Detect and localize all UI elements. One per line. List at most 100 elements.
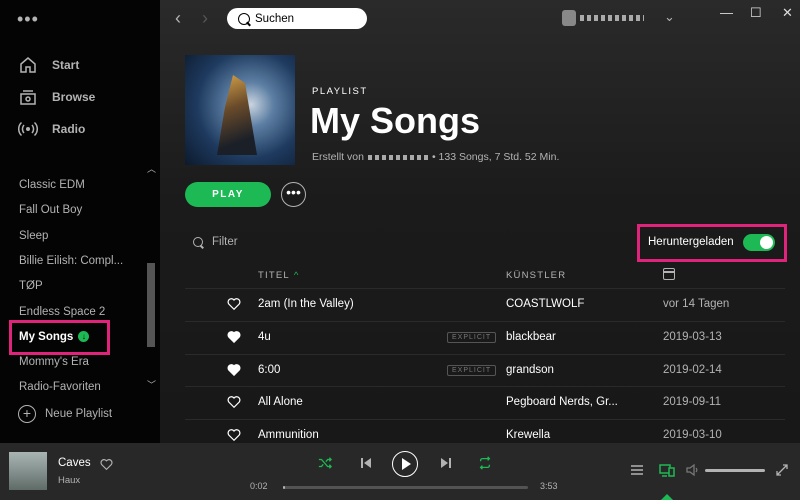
calendar-icon[interactable] (663, 268, 675, 280)
filter-input[interactable]: Filter (193, 236, 238, 248)
new-playlist-label: Neue Playlist (45, 408, 113, 420)
track-date-added: 2019-03-13 (663, 331, 722, 343)
heart-outline-icon[interactable] (100, 458, 113, 471)
more-options-button[interactable]: ••• (281, 182, 306, 207)
column-header-artist[interactable]: KÜNSTLER (506, 270, 566, 281)
user-profile[interactable] (562, 10, 644, 26)
track-date-added: 2019-09-11 (663, 396, 721, 408)
heart-filled-icon[interactable] (227, 330, 241, 344)
close-button[interactable]: ✕ (782, 5, 793, 21)
highlight-annotation-my-songs (9, 320, 110, 355)
sort-ascending-icon: ^ (293, 270, 300, 281)
track-artist[interactable]: grandson (506, 364, 554, 376)
next-icon[interactable] (440, 456, 452, 470)
play-pause-button[interactable] (392, 451, 418, 477)
maximize-button[interactable]: ☐ (750, 5, 762, 21)
sidebar-item-label: Radio (52, 122, 86, 136)
search-icon (193, 237, 203, 247)
plus-icon: + (18, 405, 36, 423)
sidebar-item-radio[interactable]: Radio (18, 119, 85, 139)
track-artist[interactable]: blackbear (506, 331, 556, 343)
column-header-title[interactable]: TITEL ^ (258, 270, 300, 281)
sidebar-item-browse[interactable]: Browse (18, 87, 95, 107)
repeat-icon[interactable] (478, 456, 492, 470)
sidebar-playlist-item[interactable]: Sleep (19, 230, 48, 242)
progress-bar[interactable] (283, 486, 528, 489)
search-field[interactable]: Suchen (227, 8, 367, 29)
devices-icon[interactable] (659, 462, 675, 478)
playlist-owner-redacted[interactable] (367, 154, 428, 160)
heart-outline-icon[interactable] (227, 395, 241, 409)
highlight-annotation-downloaded (637, 224, 787, 262)
table-row[interactable]: 2am (In the Valley) COASTLWOLF vor 14 Ta… (185, 288, 785, 321)
heart-outline-icon[interactable] (227, 297, 241, 311)
home-icon (20, 57, 36, 73)
elapsed-time: 0:02 (250, 481, 268, 491)
now-playing-artist[interactable]: Haux (58, 475, 80, 486)
track-date-added: 2019-03-10 (663, 429, 722, 441)
scroll-up-icon[interactable]: ︿ (147, 162, 156, 175)
now-playing-bar: Caves Haux 0:02 3:53 (0, 443, 800, 500)
track-artist[interactable]: Pegboard Nerds, Gr... (506, 396, 618, 408)
sidebar-playlist-item[interactable]: Fall Out Boy (19, 204, 82, 216)
menu-dots-button[interactable]: ••• (17, 9, 39, 30)
created-by-label: Erstellt von (312, 151, 364, 163)
playlist-cover-image (185, 55, 295, 165)
queue-icon[interactable] (630, 464, 644, 476)
volume-icon[interactable] (686, 463, 700, 477)
table-row[interactable]: All Alone Pegboard Nerds, Gr... 2019-09-… (185, 386, 785, 419)
sidebar-item-label: Browse (52, 90, 96, 104)
heart-outline-icon[interactable] (227, 428, 241, 442)
now-playing-title[interactable]: Caves (58, 457, 91, 469)
now-playing-cover[interactable] (9, 452, 47, 490)
sidebar-playlist-item[interactable]: Classic EDM (19, 179, 85, 191)
previous-icon[interactable] (360, 456, 372, 470)
track-title: 2am (In the Valley) (258, 298, 354, 310)
sidebar-playlist-item[interactable]: Radio-Favoriten (19, 381, 101, 393)
user-name-redacted (580, 15, 644, 21)
device-active-indicator (661, 494, 673, 500)
browse-icon (20, 90, 36, 105)
track-artist[interactable]: COASTLWOLF (506, 298, 584, 310)
progress-fill (283, 486, 286, 489)
back-button[interactable]: ‹ (175, 8, 181, 29)
explicit-badge: EXPLICIT (447, 332, 497, 343)
volume-slider[interactable] (705, 469, 765, 472)
sidebar-playlist-item[interactable]: Billie Eilish: Compl... (19, 255, 123, 267)
forward-button[interactable]: › (202, 8, 208, 29)
sidebar: ••• Start Browse Radio Classic EDM Fall … (0, 0, 160, 443)
search-icon (238, 12, 250, 25)
playlist-list: Classic EDM Fall Out Boy Sleep Billie Ei… (0, 150, 160, 393)
search-label: Suchen (255, 12, 295, 25)
radio-icon (18, 121, 38, 137)
track-artist[interactable]: Krewella (506, 429, 550, 441)
track-title: 4u (258, 331, 271, 343)
fullscreen-icon[interactable] (776, 464, 788, 476)
heart-filled-icon[interactable] (227, 363, 241, 377)
sidebar-playlist-item[interactable]: Endless Space 2 (19, 306, 105, 318)
minimize-button[interactable]: — (720, 5, 733, 20)
cover-figure (217, 75, 257, 155)
track-date-added: vor 14 Tagen (663, 298, 730, 310)
sidebar-playlist-item[interactable]: Mommy's Era (19, 356, 89, 368)
track-title: Ammunition (258, 429, 319, 441)
sidebar-scrollbar[interactable] (147, 263, 155, 347)
column-title-label: TITEL (258, 270, 290, 281)
play-button[interactable]: PLAY (185, 182, 271, 207)
track-date-added: 2019-02-14 (663, 364, 722, 376)
table-row[interactable]: 6:00 EXPLICIT grandson 2019-02-14 (185, 354, 785, 387)
table-row[interactable]: 4u EXPLICIT blackbear 2019-03-13 (185, 321, 785, 354)
avatar (562, 10, 576, 26)
spotify-window: ••• Start Browse Radio Classic EDM Fall … (0, 0, 800, 500)
chevron-down-icon[interactable]: ⌄ (664, 9, 675, 25)
total-time: 3:53 (540, 481, 558, 491)
playlist-type-label: PLAYLIST (312, 86, 368, 97)
sidebar-item-label: Start (52, 58, 80, 72)
filter-placeholder: Filter (212, 236, 238, 248)
shuffle-icon[interactable] (318, 456, 332, 470)
sidebar-item-start[interactable]: Start (18, 55, 79, 75)
scroll-down-icon[interactable]: ﹀ (147, 378, 156, 391)
explicit-badge: EXPLICIT (447, 365, 497, 376)
new-playlist-button[interactable]: + Neue Playlist (18, 405, 112, 423)
sidebar-playlist-item[interactable]: TØP (19, 280, 43, 292)
